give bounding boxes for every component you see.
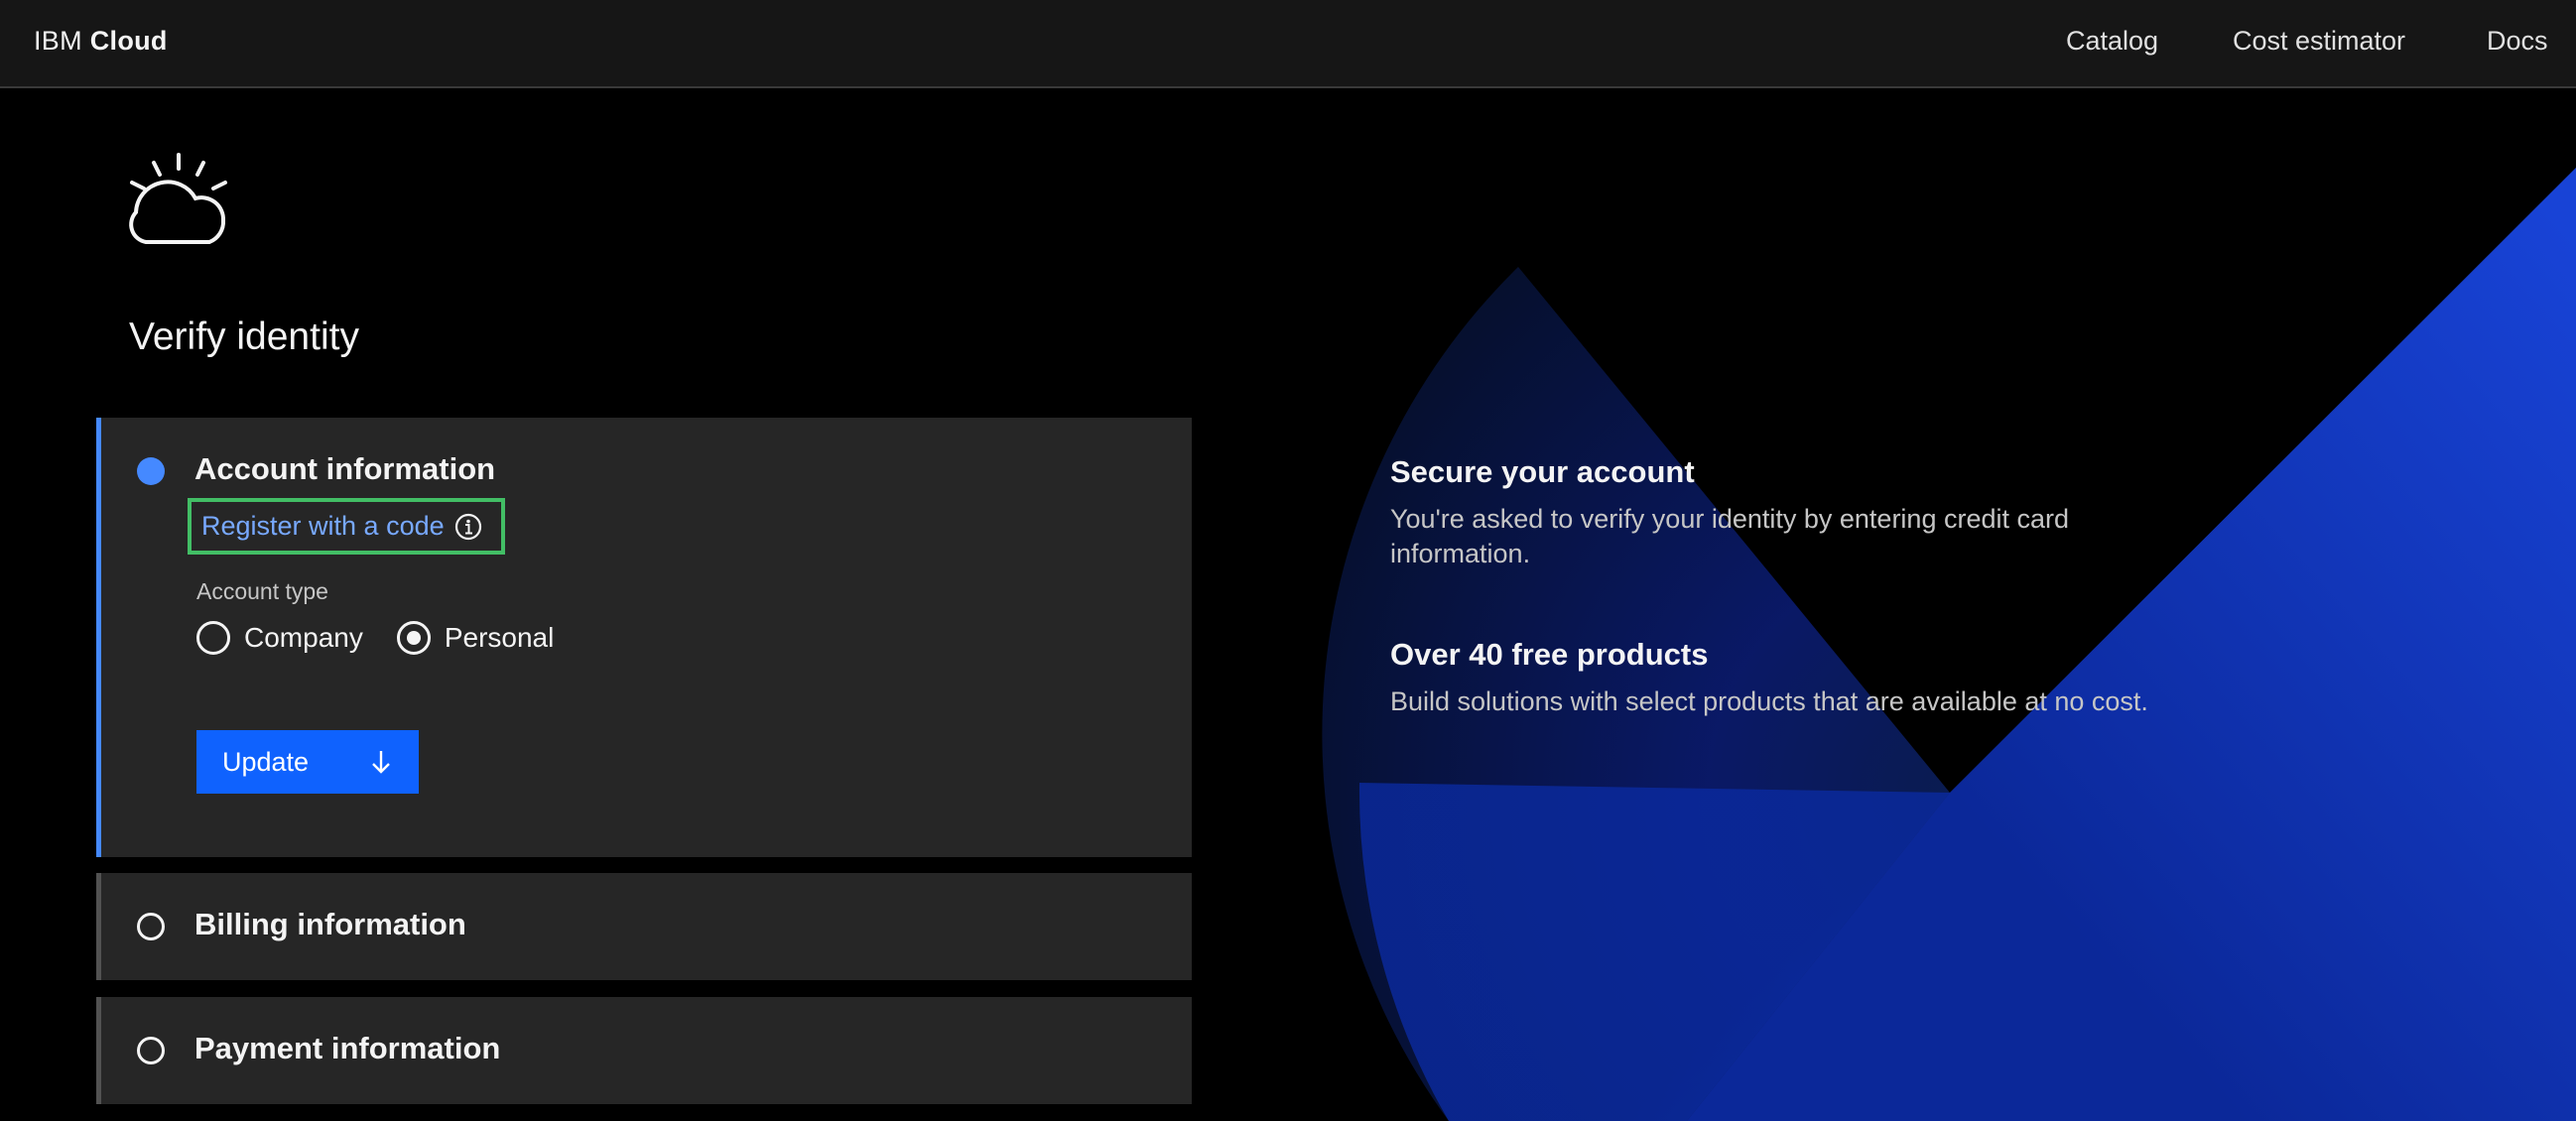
register-with-code-link[interactable]: Register with a code	[201, 511, 445, 542]
payment-information-step[interactable]: Payment information	[96, 997, 1192, 1104]
ibm-cloud-brand[interactable]: IBM Cloud	[34, 26, 168, 57]
radio-personal-circle[interactable]	[396, 621, 431, 655]
update-button[interactable]: Update	[196, 730, 419, 794]
billing-information-title: Billing information	[194, 907, 466, 941]
nav-cost-estimator[interactable]: Cost estimator	[2233, 26, 2405, 57]
nav-docs[interactable]: Docs	[2487, 26, 2548, 57]
step-indicator-payment	[137, 1037, 165, 1064]
register-with-code-highlight: Register with a code	[188, 498, 505, 555]
step-indicator-active	[137, 457, 165, 485]
info-free-products: Over 40 free products Build solutions wi…	[1390, 637, 2184, 719]
account-information-step: Account information Register with a code…	[96, 418, 1192, 857]
info-secure-heading: Secure your account	[1390, 454, 1695, 489]
info-secure-account: Secure your account You're asked to veri…	[1390, 454, 2184, 571]
billing-information-step[interactable]: Billing information	[96, 873, 1192, 980]
account-type-label: Account type	[196, 578, 328, 604]
radio-company-circle[interactable]	[196, 621, 230, 655]
update-button-label: Update	[222, 746, 310, 777]
account-type-radio-group: Company Personal	[196, 621, 554, 655]
radio-personal-label: Personal	[444, 622, 555, 653]
page-title: Verify identity	[129, 315, 359, 358]
info-free-text: Build solutions with select products tha…	[1390, 686, 2148, 716]
arrow-down-icon	[372, 751, 390, 774]
info-secure-text: You're asked to verify your identity by …	[1390, 504, 2070, 568]
radio-personal[interactable]: Personal	[396, 621, 555, 655]
radio-company[interactable]: Company	[196, 621, 363, 655]
ibm-cloud-logo-icon	[129, 153, 227, 244]
brand-cloud: Cloud	[89, 26, 168, 56]
account-information-title: Account information	[194, 451, 496, 486]
nav-catalog[interactable]: Catalog	[2066, 26, 2158, 57]
top-navigation-bar: IBM Cloud Catalog Cost estimator Docs	[0, 0, 2576, 88]
radio-company-label: Company	[244, 622, 363, 653]
info-icon[interactable]	[454, 513, 482, 541]
payment-information-title: Payment information	[194, 1031, 501, 1065]
step-indicator-billing	[137, 913, 165, 940]
brand-ibm: IBM	[34, 26, 82, 56]
info-free-heading: Over 40 free products	[1390, 637, 1709, 672]
